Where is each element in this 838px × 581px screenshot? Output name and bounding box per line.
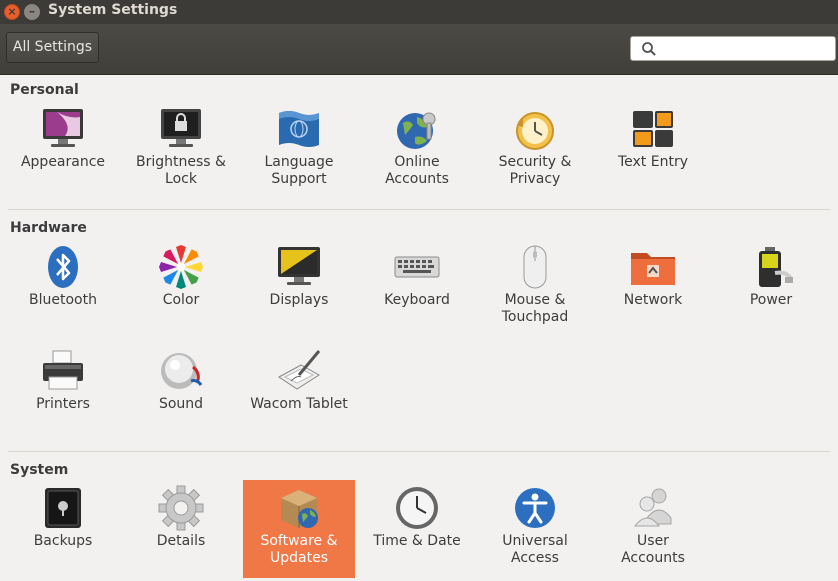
toolbar: All Settings (0, 24, 838, 75)
globe-keys-icon (397, 112, 436, 149)
item-label: Network (623, 292, 683, 308)
search-icon (642, 42, 656, 56)
section-title-personal: Personal (10, 82, 79, 98)
accessibility-icon (515, 488, 555, 528)
item-label: Appearance (20, 154, 106, 170)
color-flower-icon (159, 245, 203, 289)
item-online-accounts[interactable]: Online Accounts (361, 105, 473, 202)
item-label: Online Accounts (385, 154, 449, 187)
network-folder-icon (631, 253, 675, 285)
item-displays[interactable]: Displays (243, 243, 355, 340)
item-label: Printers (36, 396, 90, 412)
item-label: Sound (158, 396, 204, 412)
item-bluetooth[interactable]: Bluetooth (7, 243, 119, 340)
item-label: Text Entry (617, 154, 688, 170)
search-box[interactable] (630, 36, 836, 61)
all-settings-button[interactable]: All Settings (6, 32, 99, 63)
item-label: Power (749, 292, 793, 308)
printer-icon (43, 350, 83, 390)
mouse-icon (523, 245, 547, 289)
item-label: Security & Privacy (498, 154, 572, 187)
item-universal-access[interactable]: Universal Access (479, 484, 591, 581)
item-network[interactable]: Network (597, 243, 709, 340)
window-title: System Settings (48, 2, 178, 18)
item-label: Keyboard (384, 292, 450, 308)
appearance-icon (43, 109, 83, 147)
item-label: Color (162, 292, 200, 308)
item-brightness-lock[interactable]: Brightness & Lock (125, 105, 237, 202)
title-bar: × – System Settings (0, 0, 838, 24)
item-label: Language Support (264, 154, 334, 187)
item-label: User Accounts (621, 533, 685, 566)
item-label: Wacom Tablet (250, 396, 348, 412)
item-power[interactable]: Power (715, 243, 827, 340)
item-software-updates[interactable]: Software & Updates (243, 480, 355, 578)
item-label: Universal Access (502, 533, 568, 566)
item-color[interactable]: Color (125, 243, 237, 340)
item-time-date[interactable]: Time & Date (361, 484, 473, 581)
bluetooth-icon (48, 246, 78, 288)
security-clock-icon (516, 112, 554, 150)
search-input[interactable] (659, 39, 833, 59)
item-backups[interactable]: Backups (7, 484, 119, 581)
close-button[interactable]: × (4, 4, 20, 20)
speaker-icon (161, 353, 203, 389)
item-wacom-tablet[interactable]: Wacom Tablet (243, 347, 355, 444)
battery-plug-icon (759, 247, 793, 287)
item-appearance[interactable]: Appearance (7, 105, 119, 202)
minimize-button[interactable]: – (24, 4, 40, 20)
users-icon (633, 488, 672, 527)
tablet-pen-icon (278, 350, 321, 390)
package-globe-icon (281, 490, 318, 528)
item-printers[interactable]: Printers (7, 347, 119, 444)
text-entry-icon (633, 111, 673, 147)
item-label: Mouse & Touchpad (501, 292, 569, 325)
lock-screen-icon (161, 109, 201, 147)
section-divider (8, 451, 830, 452)
item-label: Backups (33, 533, 93, 549)
item-label: Details (156, 533, 206, 549)
item-label: Software & Updates (260, 533, 338, 566)
gear-icon (158, 485, 204, 531)
item-sound[interactable]: Sound (125, 347, 237, 444)
section-title-system: System (10, 462, 69, 478)
safe-icon (45, 488, 81, 528)
language-flag-icon (279, 111, 319, 147)
item-user-accounts[interactable]: User Accounts (597, 484, 709, 581)
item-security-privacy[interactable]: Security & Privacy (479, 105, 591, 202)
item-label: Brightness & Lock (136, 154, 226, 187)
item-language-support[interactable]: Language Support (243, 105, 355, 202)
keyboard-icon (394, 256, 440, 278)
item-label: Bluetooth (29, 292, 97, 308)
clock-icon (396, 487, 438, 529)
section-divider (8, 209, 830, 210)
display-monitor-icon (278, 247, 320, 285)
section-title-hardware: Hardware (10, 220, 87, 236)
item-label: Time & Date (373, 533, 461, 549)
item-text-entry[interactable]: Text Entry (597, 105, 709, 202)
item-label: Displays (269, 292, 329, 308)
item-details[interactable]: Details (125, 484, 237, 581)
item-keyboard[interactable]: Keyboard (361, 243, 473, 340)
item-mouse-touchpad[interactable]: Mouse & Touchpad (479, 243, 591, 340)
